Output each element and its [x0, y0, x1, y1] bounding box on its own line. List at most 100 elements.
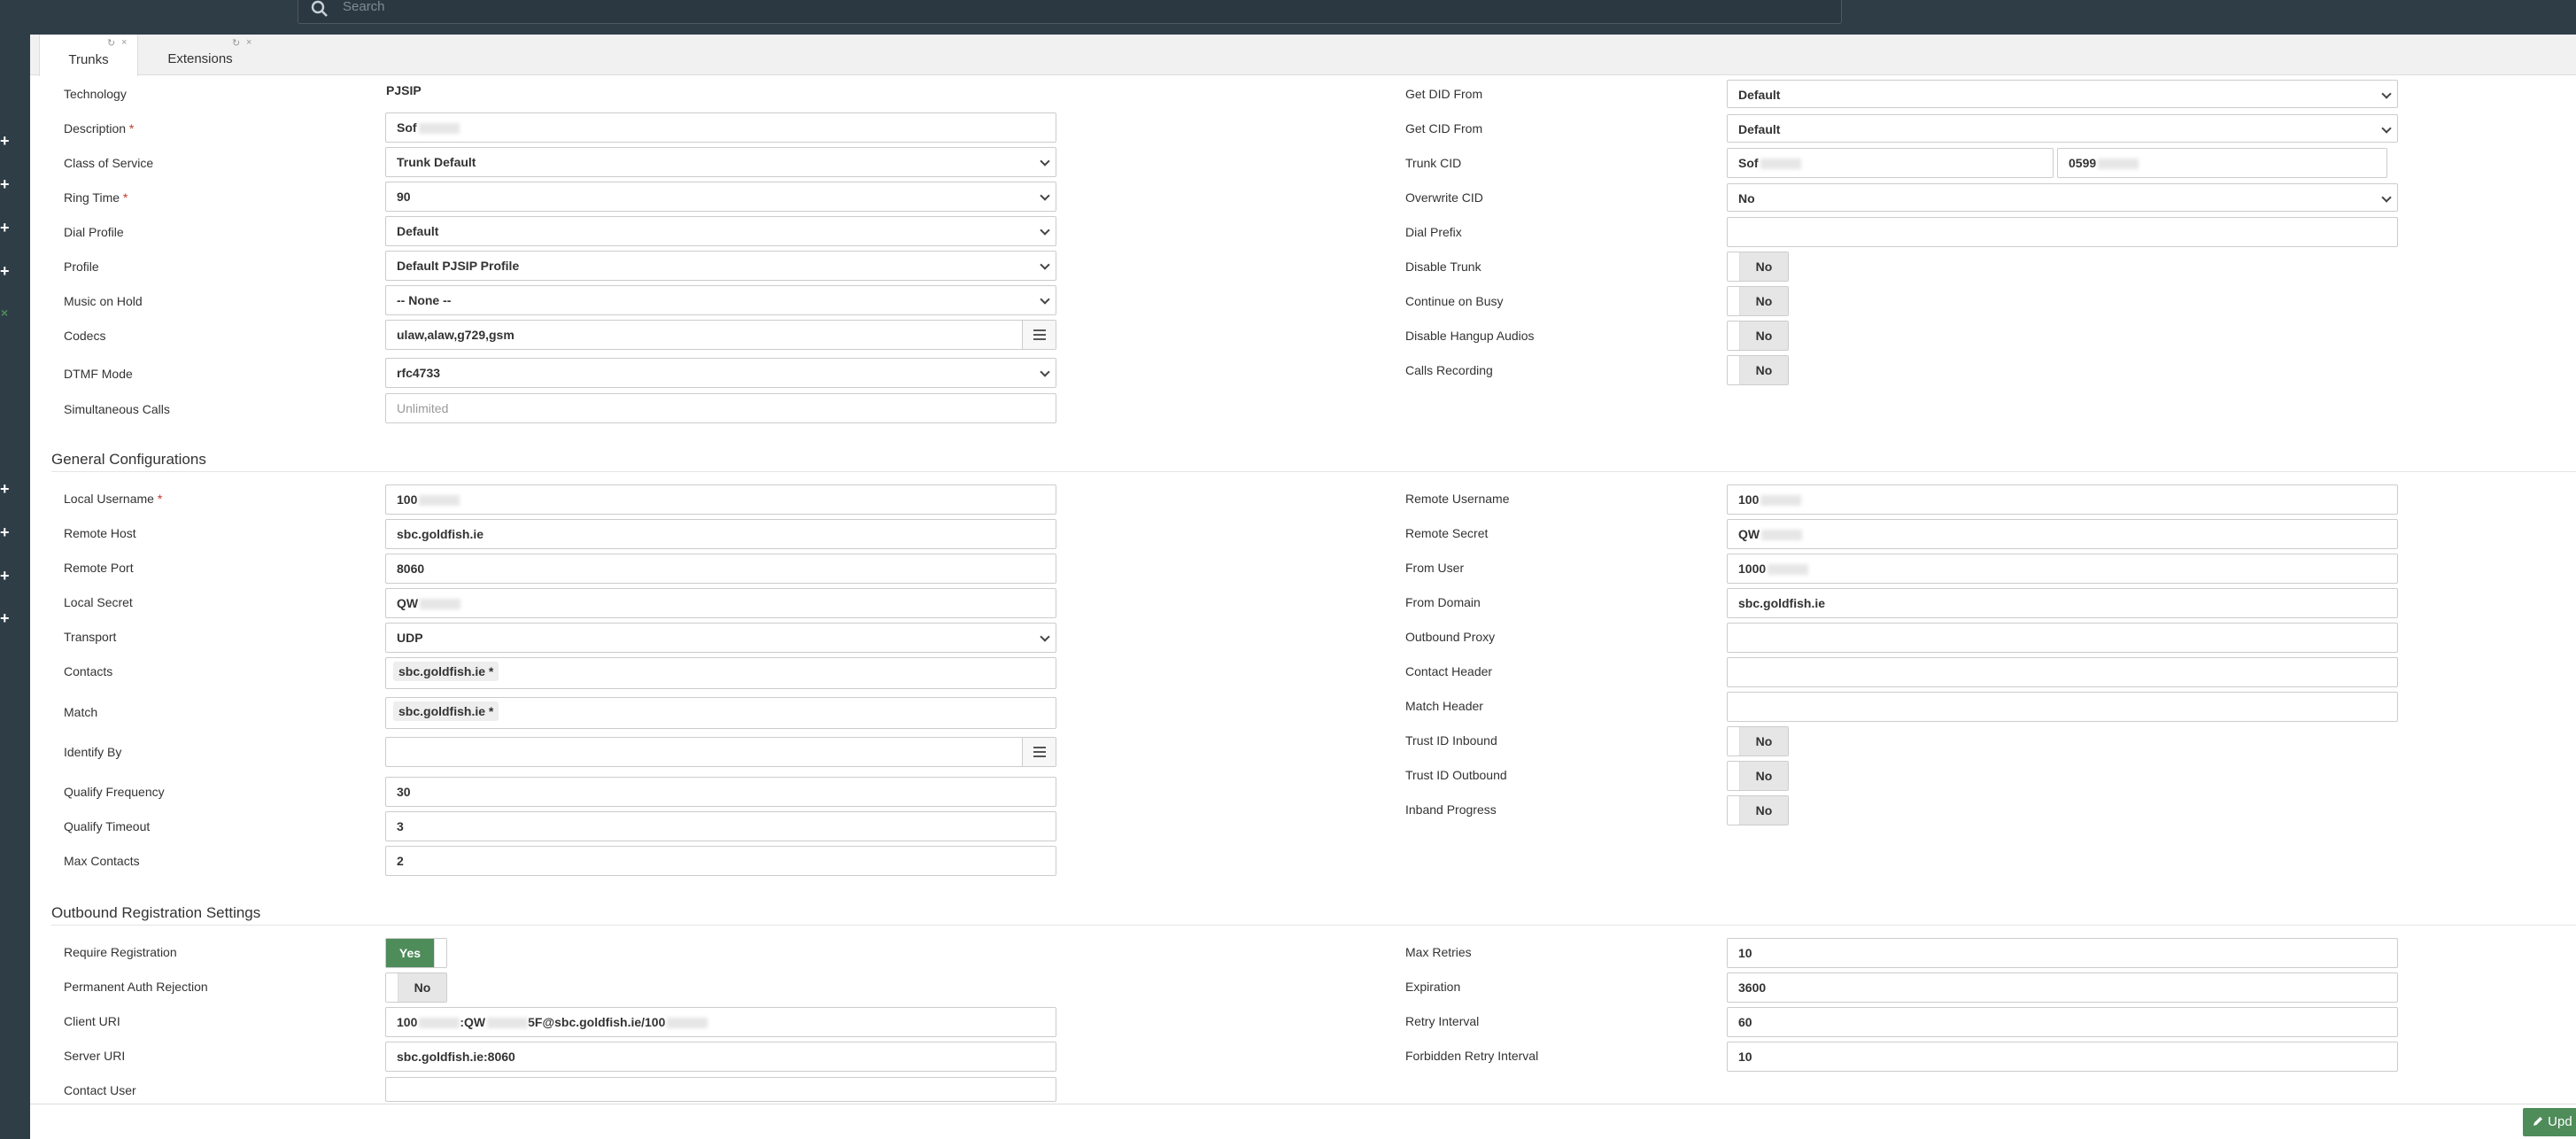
dial-profile-label: Dial Profile: [64, 225, 124, 239]
from-domain-field[interactable]: sbc.goldfish.ie: [1727, 588, 2398, 618]
search-input[interactable]: Search: [343, 0, 385, 14]
plus-icon[interactable]: +: [0, 220, 10, 236]
disable-trunk-toggle[interactable]: No: [1727, 252, 1789, 282]
music-on-hold-select[interactable]: -- None --: [385, 285, 1056, 315]
simultaneous-calls-label: Simultaneous Calls: [64, 402, 170, 416]
outbound-proxy-field[interactable]: [1727, 623, 2398, 653]
search-icon: [311, 0, 328, 17]
local-secret-label: Local Secret: [64, 595, 133, 609]
plus-icon[interactable]: +: [0, 610, 10, 626]
plus-icon[interactable]: +: [0, 568, 10, 584]
close-icon[interactable]: ×: [0, 306, 9, 320]
from-user-field[interactable]: 1000: [1727, 554, 2398, 584]
match-tag[interactable]: sbc.goldfish.ie *: [393, 701, 499, 721]
continue-on-busy-toggle[interactable]: No: [1727, 286, 1789, 316]
section-divider: [51, 471, 2576, 472]
overwrite-cid-select[interactable]: No: [1727, 183, 2398, 212]
class-of-service-label: Class of Service: [64, 156, 154, 170]
class-of-service-select[interactable]: Trunk Default: [385, 147, 1056, 177]
close-icon[interactable]: ×: [246, 37, 251, 48]
contact-tag[interactable]: sbc.goldfish.ie *: [393, 662, 499, 681]
list-icon[interactable]: [1022, 321, 1056, 349]
remote-secret-field[interactable]: QW: [1727, 519, 2398, 549]
disable-hangup-audios-toggle[interactable]: No: [1727, 321, 1789, 351]
technology-label: Technology: [64, 87, 127, 101]
ring-time-select[interactable]: 90: [385, 182, 1056, 212]
retry-interval-label: Retry Interval: [1405, 1014, 1480, 1028]
forbidden-retry-interval-field[interactable]: 10: [1727, 1042, 2398, 1072]
contacts-field[interactable]: sbc.goldfish.ie *: [385, 657, 1056, 689]
description-label: Description *: [64, 121, 135, 136]
qualify-frequency-label: Qualify Frequency: [64, 785, 165, 799]
codecs-field[interactable]: ulaw,alaw,g729,gsm: [385, 320, 1056, 350]
trunk-cid-label: Trunk CID: [1405, 156, 1462, 170]
remote-host-field[interactable]: sbc.goldfish.ie: [385, 519, 1056, 549]
require-registration-toggle[interactable]: Yes: [385, 938, 447, 968]
plus-icon[interactable]: +: [0, 263, 10, 279]
remote-port-field[interactable]: 8060: [385, 554, 1056, 584]
get-did-from-select[interactable]: Default: [1727, 80, 2398, 108]
profile-label: Profile: [64, 260, 99, 274]
max-retries-field[interactable]: 10: [1727, 938, 2398, 968]
local-secret-field[interactable]: QW: [385, 588, 1056, 618]
trunk-cid-number-field[interactable]: 0599: [2057, 148, 2387, 178]
dial-profile-select[interactable]: Default: [385, 216, 1056, 246]
max-contacts-field[interactable]: 2: [385, 846, 1056, 876]
max-retries-label: Max Retries: [1405, 945, 1472, 959]
plus-icon[interactable]: +: [0, 481, 10, 497]
trust-id-inbound-label: Trust ID Inbound: [1405, 733, 1497, 748]
remote-username-field[interactable]: 100: [1727, 484, 2398, 515]
dtmf-mode-label: DTMF Mode: [64, 367, 133, 381]
qualify-timeout-field[interactable]: 3: [385, 811, 1056, 841]
section-divider: [51, 925, 2576, 926]
plus-icon[interactable]: +: [0, 176, 10, 192]
server-uri-field[interactable]: sbc.goldfish.ie:8060: [385, 1042, 1056, 1072]
inband-progress-toggle[interactable]: No: [1727, 795, 1789, 825]
trust-id-inbound-toggle[interactable]: No: [1727, 726, 1789, 756]
expiration-field[interactable]: 3600: [1727, 972, 2398, 1003]
identify-by-field[interactable]: [385, 737, 1056, 767]
dtmf-mode-select[interactable]: rfc4733: [385, 358, 1056, 388]
refresh-icon[interactable]: ↻: [232, 37, 240, 49]
client-uri-field[interactable]: 100:QW 5F@sbc.goldfish.ie/100: [385, 1007, 1056, 1037]
trunk-cid-name-field[interactable]: Sof: [1727, 148, 2054, 178]
contact-user-field[interactable]: [385, 1077, 1056, 1102]
local-username-label: Local Username *: [64, 492, 163, 506]
plus-icon[interactable]: +: [0, 133, 10, 149]
search-box[interactable]: Search: [298, 0, 1842, 24]
outbound-proxy-label: Outbound Proxy: [1405, 630, 1496, 644]
contacts-label: Contacts: [64, 664, 113, 678]
contact-header-field[interactable]: [1727, 657, 2398, 687]
simultaneous-calls-field[interactable]: Unlimited: [385, 393, 1056, 423]
contact-user-label: Contact User: [64, 1083, 136, 1097]
general-configurations-heading: General Configurations: [51, 451, 206, 468]
tab-extensions[interactable]: Extensions ↻ ×: [138, 35, 262, 75]
server-uri-label: Server URI: [64, 1049, 126, 1063]
local-username-field[interactable]: 100: [385, 484, 1056, 515]
match-header-field[interactable]: [1727, 692, 2398, 722]
calls-recording-toggle[interactable]: No: [1727, 355, 1789, 385]
trust-id-outbound-toggle[interactable]: No: [1727, 761, 1789, 791]
qualify-frequency-field[interactable]: 30: [385, 777, 1056, 807]
outbound-registration-heading: Outbound Registration Settings: [51, 904, 261, 921]
refresh-icon[interactable]: ↻: [107, 37, 115, 49]
from-user-label: From User: [1405, 561, 1465, 575]
profile-select[interactable]: Default PJSIP Profile: [385, 251, 1056, 281]
permanent-auth-rejection-toggle[interactable]: No: [385, 972, 447, 1003]
require-registration-label: Require Registration: [64, 945, 177, 959]
client-uri-label: Client URI: [64, 1014, 120, 1028]
trust-id-outbound-label: Trust ID Outbound: [1405, 768, 1507, 782]
ring-time-label: Ring Time *: [64, 190, 128, 205]
get-cid-from-select[interactable]: Default: [1727, 114, 2398, 143]
dial-prefix-field[interactable]: [1727, 217, 2398, 247]
list-icon[interactable]: [1022, 738, 1056, 766]
retry-interval-field[interactable]: 60: [1727, 1007, 2398, 1037]
update-button[interactable]: Upd: [2523, 1108, 2576, 1136]
plus-icon[interactable]: +: [0, 524, 10, 540]
match-field[interactable]: sbc.goldfish.ie *: [385, 697, 1056, 729]
close-icon[interactable]: ×: [121, 37, 127, 48]
transport-select[interactable]: UDP: [385, 623, 1056, 653]
description-field[interactable]: Sof: [385, 112, 1056, 143]
trunk-form: Technology PJSIP Description * Sof Class…: [30, 76, 2576, 1104]
tab-trunks[interactable]: Trunks ↻ ×: [39, 35, 138, 76]
